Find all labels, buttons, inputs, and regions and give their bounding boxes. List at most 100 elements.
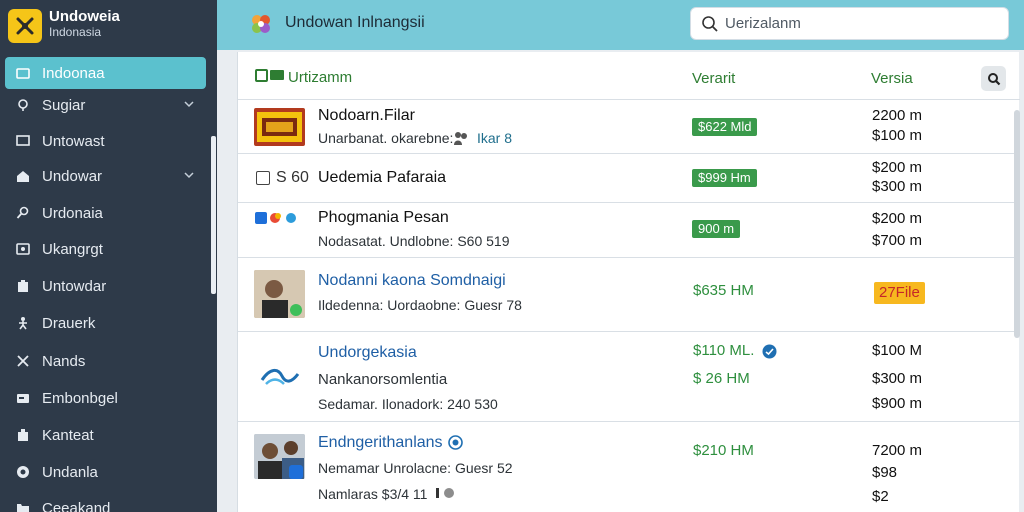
sidebar-item-label: Indoonaa bbox=[42, 64, 105, 82]
table-row[interactable]: S 60 Uedemia Pafaraia $999 Hm $200 m $30… bbox=[238, 154, 1020, 203]
table-header: Urtizamm Verarit Versia bbox=[238, 52, 1020, 100]
variant-tag: $622 Mld bbox=[692, 118, 758, 136]
chevron-down-icon[interactable] bbox=[182, 168, 196, 182]
sidebar-item-label: Undanla bbox=[42, 463, 98, 481]
topbar: Undowan Inlnangsii bbox=[217, 0, 1024, 50]
wave-logo-icon bbox=[260, 369, 300, 385]
sidebar-item-label: Embonbgel bbox=[42, 389, 118, 407]
sidebar-item-6[interactable]: Untowdar bbox=[5, 270, 206, 302]
monitor-icon bbox=[15, 133, 31, 149]
app-title: Undowan Inlnangsii bbox=[285, 14, 425, 31]
version-value: $300 m bbox=[872, 370, 923, 387]
box-icon bbox=[15, 278, 31, 294]
table-row[interactable]: Undorgekasia Nankanorsomlentia Sedamar. … bbox=[238, 332, 1020, 422]
image-icon bbox=[15, 241, 31, 257]
row-subtitle: Ildedenna: Uordaobne: Guesr 78 bbox=[318, 297, 522, 313]
row-line2: Nankanorsomlentia bbox=[318, 371, 448, 388]
version-value: $200 m bbox=[872, 210, 923, 227]
version-value: $100 m bbox=[872, 127, 923, 144]
sidebar: Undoweia Indonasia Indoonaa Sugiar Untow… bbox=[0, 0, 217, 512]
version-value: 7200 m bbox=[872, 442, 923, 459]
version-value: $98 bbox=[872, 464, 898, 481]
variant-price: $ 26 HM bbox=[693, 370, 750, 387]
row-extra: Ikar 8 bbox=[477, 130, 513, 146]
sidebar-item-11[interactable]: Undanla bbox=[5, 456, 206, 488]
row-subtitle: Unarbanat. okarebne: bbox=[318, 130, 454, 146]
users-icon bbox=[454, 132, 467, 145]
sidebar-item-5[interactable]: Ukangrgt bbox=[5, 233, 206, 265]
variant-tag: 900 m bbox=[692, 220, 741, 238]
column-header-version[interactable]: Versia bbox=[871, 70, 913, 87]
row-title[interactable]: Uedemia Pafaraia bbox=[318, 169, 446, 187]
table-row[interactable]: Nodoarn.Filar Unarbanat. okarebne: Ikar … bbox=[238, 101, 1020, 154]
row-title[interactable]: Undorgekasia bbox=[318, 344, 417, 362]
row-title[interactable]: Nodanni kaona Somdnaigi bbox=[318, 272, 506, 290]
column-header-name[interactable]: Urtizamm bbox=[288, 69, 352, 86]
location-icon bbox=[15, 97, 31, 113]
sidebar-item-label: Undowar bbox=[42, 167, 103, 185]
row-title[interactable]: Phogmania Pesan bbox=[318, 209, 449, 227]
search-input[interactable] bbox=[725, 15, 995, 32]
version-value: 2200 m bbox=[872, 107, 923, 124]
row-line3: Namlaras $3/4 11 bbox=[318, 486, 428, 502]
version-value: $100 M bbox=[872, 342, 923, 359]
panel-scrollbar[interactable] bbox=[1014, 110, 1020, 338]
row-checkbox[interactable] bbox=[256, 171, 270, 185]
version-value: $700 m bbox=[872, 232, 923, 249]
brand-subtitle: Indonasia bbox=[49, 25, 102, 39]
select-all-indicator bbox=[270, 70, 284, 80]
sidebar-item-12[interactable]: Ceeakand bbox=[5, 492, 206, 512]
sidebar-item-7[interactable]: Drauerk bbox=[5, 307, 206, 339]
app-logo-icon bbox=[252, 15, 270, 33]
sidebar-item-label: Untowdar bbox=[42, 277, 107, 295]
circle-icon bbox=[15, 464, 31, 480]
search-icon bbox=[15, 205, 31, 221]
sidebar-item-1[interactable]: Sugiar bbox=[5, 89, 206, 121]
row-avatar bbox=[254, 434, 305, 479]
verified-icon bbox=[762, 344, 777, 359]
building-icon bbox=[15, 427, 31, 443]
row-line3: Sedamar. Ilonadork: 240 530 bbox=[318, 396, 498, 412]
sidebar-item-10[interactable]: Kanteat bbox=[5, 419, 206, 451]
sidebar-item-label: Untowast bbox=[42, 132, 105, 150]
table-row[interactable]: Phogmania Pesan Nodasatat. Undlobne: S60… bbox=[238, 203, 1020, 258]
variant-tag: $999 Hm bbox=[692, 169, 757, 187]
status-badge: 27File bbox=[874, 282, 925, 304]
sidebar-item-label: Nands bbox=[42, 352, 86, 370]
brand[interactable]: Undoweia Indonasia bbox=[8, 6, 120, 46]
sidebar-item-0[interactable]: Indoonaa bbox=[5, 57, 206, 89]
chevron-down-icon[interactable] bbox=[182, 97, 196, 111]
row-line2: Nemamar Unrolacne: Guesr 52 bbox=[318, 460, 513, 476]
variant-price: $110 ML. bbox=[693, 342, 755, 359]
sidebar-scrollbar[interactable] bbox=[211, 136, 216, 294]
sidebar-item-9[interactable]: Embonbgel bbox=[5, 382, 206, 414]
sidebar-item-label: Kanteat bbox=[42, 426, 94, 444]
verified-icon bbox=[448, 435, 463, 450]
sidebar-item-label: Ceeakand bbox=[42, 499, 111, 512]
row-avatar bbox=[254, 270, 305, 318]
sidebar-item-3[interactable]: Undowar bbox=[5, 160, 206, 192]
sidebar-item-label: Urdonaia bbox=[42, 204, 103, 222]
row-subtitle: Nodasatat. Undlobne: S60 519 bbox=[318, 233, 510, 249]
table-search-button[interactable] bbox=[981, 66, 1006, 91]
status-icons bbox=[436, 488, 454, 498]
version-value: $300 m bbox=[872, 178, 923, 195]
home-icon bbox=[15, 168, 31, 184]
search-box[interactable] bbox=[690, 7, 1009, 40]
sidebar-item-label: Drauerk bbox=[42, 314, 96, 332]
sidebar-item-label: Sugiar bbox=[42, 96, 86, 114]
variant-price: $635 HM bbox=[693, 282, 754, 299]
column-header-variant[interactable]: Verarit bbox=[692, 70, 735, 87]
sidebar-item-2[interactable]: Untowast bbox=[5, 125, 206, 157]
table-row[interactable]: Nodanni kaona Somdnaigi Ildedenna: Uorda… bbox=[238, 258, 1020, 332]
select-all-checkbox[interactable] bbox=[255, 69, 268, 82]
version-value: $200 m bbox=[872, 159, 923, 176]
row-title[interactable]: Nodoarn.Filar bbox=[318, 107, 415, 125]
row-thumbnail bbox=[254, 108, 305, 146]
sidebar-item-8[interactable]: Nands bbox=[5, 345, 206, 377]
close-icon bbox=[15, 353, 31, 369]
sidebar-item-4[interactable]: Urdonaia bbox=[5, 197, 206, 229]
folder-icon bbox=[15, 500, 31, 512]
row-title[interactable]: Endngerithanlans bbox=[318, 434, 443, 452]
table-row[interactable]: Endngerithanlans Nemamar Unrolacne: Gues… bbox=[238, 422, 1020, 512]
